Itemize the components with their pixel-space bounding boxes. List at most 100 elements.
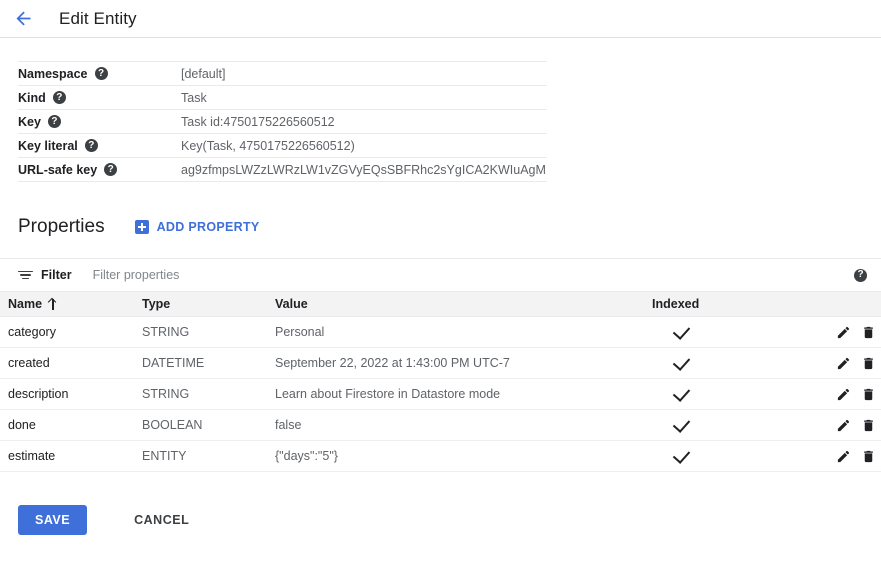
trash-icon [861,387,876,402]
pencil-icon [836,325,851,340]
check-icon [673,446,690,464]
delete-property-button[interactable] [861,355,876,371]
column-header-actions [828,292,881,317]
help-icon[interactable]: ? [95,67,108,80]
property-actions [828,379,881,410]
property-value: Learn about Firestore in Datastore mode [275,379,652,410]
check-icon [673,322,690,340]
property-value: false [275,410,652,441]
property-name: description [0,379,142,410]
filter-icon[interactable] [18,269,33,281]
arrow-back-icon [13,8,34,29]
entity-metadata-table: Namespace ? [default] Kind ? Task [18,61,547,182]
delete-property-button[interactable] [861,324,876,340]
table-row[interactable]: estimate ENTITY {"days":"5"} [0,441,881,472]
properties-header: Properties ADD PROPERTY [0,182,881,242]
edit-property-button[interactable] [836,448,851,464]
property-indexed [652,379,828,410]
add-property-label: ADD PROPERTY [157,220,260,234]
pencil-icon [836,418,851,433]
check-icon [673,415,690,433]
metadata-value: Key(Task, 4750175226560512) [180,134,547,158]
delete-property-button[interactable] [861,417,876,433]
metadata-value: ag9zfmpsLWZzLWRzLW1vZGVyEQsSBFRhc2sYgICA… [180,158,547,182]
edit-property-button[interactable] [836,324,851,340]
table-row[interactable]: category STRING Personal [0,317,881,348]
plus-square-icon [135,220,149,234]
property-name: estimate [0,441,142,472]
footer-actions: SAVE CANCEL [0,472,881,535]
column-header-name[interactable]: Name [0,292,142,317]
table-row[interactable]: done BOOLEAN false [0,410,881,441]
metadata-value: Task [180,86,547,110]
metadata-row: Namespace ? [default] [18,62,547,86]
properties-title: Properties [18,216,105,238]
properties-table: Name Type Value Indexed category STRING … [0,292,881,472]
metadata-label: URL-safe key [18,163,97,177]
property-indexed [652,317,828,348]
property-type: STRING [142,379,275,410]
filter-input[interactable] [91,267,854,283]
add-property-button[interactable]: ADD PROPERTY [135,220,260,234]
metadata-label-cell: Key literal ? [18,134,180,158]
property-type: BOOLEAN [142,410,275,441]
trash-icon [861,449,876,464]
property-actions [828,441,881,472]
metadata-label: Kind [18,91,46,105]
property-name: created [0,348,142,379]
metadata-row: Kind ? Task [18,86,547,110]
property-actions [828,317,881,348]
column-header-type[interactable]: Type [142,292,275,317]
help-icon[interactable]: ? [48,115,61,128]
delete-property-button[interactable] [861,448,876,464]
edit-property-button[interactable] [836,417,851,433]
pencil-icon [836,387,851,402]
app-bar: Edit Entity [0,0,881,38]
pencil-icon [836,356,851,371]
back-button[interactable] [10,6,36,32]
trash-icon [861,325,876,340]
property-indexed [652,348,828,379]
property-value: {"days":"5"} [275,441,652,472]
delete-property-button[interactable] [861,386,876,402]
help-icon[interactable]: ? [53,91,66,104]
property-actions [828,410,881,441]
property-type: DATETIME [142,348,275,379]
property-name: category [0,317,142,348]
metadata-row: Key literal ? Key(Task, 4750175226560512… [18,134,547,158]
metadata-value: Task id:4750175226560512 [180,110,547,134]
column-header-indexed[interactable]: Indexed [652,292,828,317]
metadata-label: Namespace [18,67,88,81]
filter-bar: Filter ? [0,258,881,292]
check-icon [673,384,690,402]
entity-metadata: Namespace ? [default] Kind ? Task [0,38,881,182]
trash-icon [861,356,876,371]
property-value: Personal [275,317,652,348]
column-header-name-label: Name [8,297,42,311]
edit-property-button[interactable] [836,355,851,371]
metadata-label-cell: Namespace ? [18,62,180,86]
trash-icon [861,418,876,433]
save-button[interactable]: SAVE [18,505,87,535]
help-icon[interactable]: ? [85,139,98,152]
column-header-value[interactable]: Value [275,292,652,317]
metadata-label: Key [18,115,41,129]
metadata-row: Key ? Task id:4750175226560512 [18,110,547,134]
property-value: September 22, 2022 at 1:43:00 PM UTC-7 [275,348,652,379]
property-name: done [0,410,142,441]
sort-arrow-up-icon [48,299,57,310]
metadata-value: [default] [180,62,547,86]
table-row[interactable]: created DATETIME September 22, 2022 at 1… [0,348,881,379]
pencil-icon [836,449,851,464]
metadata-label-cell: URL-safe key ? [18,158,180,182]
property-type: ENTITY [142,441,275,472]
metadata-label-cell: Kind ? [18,86,180,110]
help-icon[interactable]: ? [104,163,117,176]
table-header-row: Name Type Value Indexed [0,292,881,317]
edit-property-button[interactable] [836,386,851,402]
cancel-button[interactable]: CANCEL [120,505,203,535]
metadata-label: Key literal [18,139,78,153]
property-type: STRING [142,317,275,348]
table-row[interactable]: description STRING Learn about Firestore… [0,379,881,410]
help-icon[interactable]: ? [854,269,867,282]
